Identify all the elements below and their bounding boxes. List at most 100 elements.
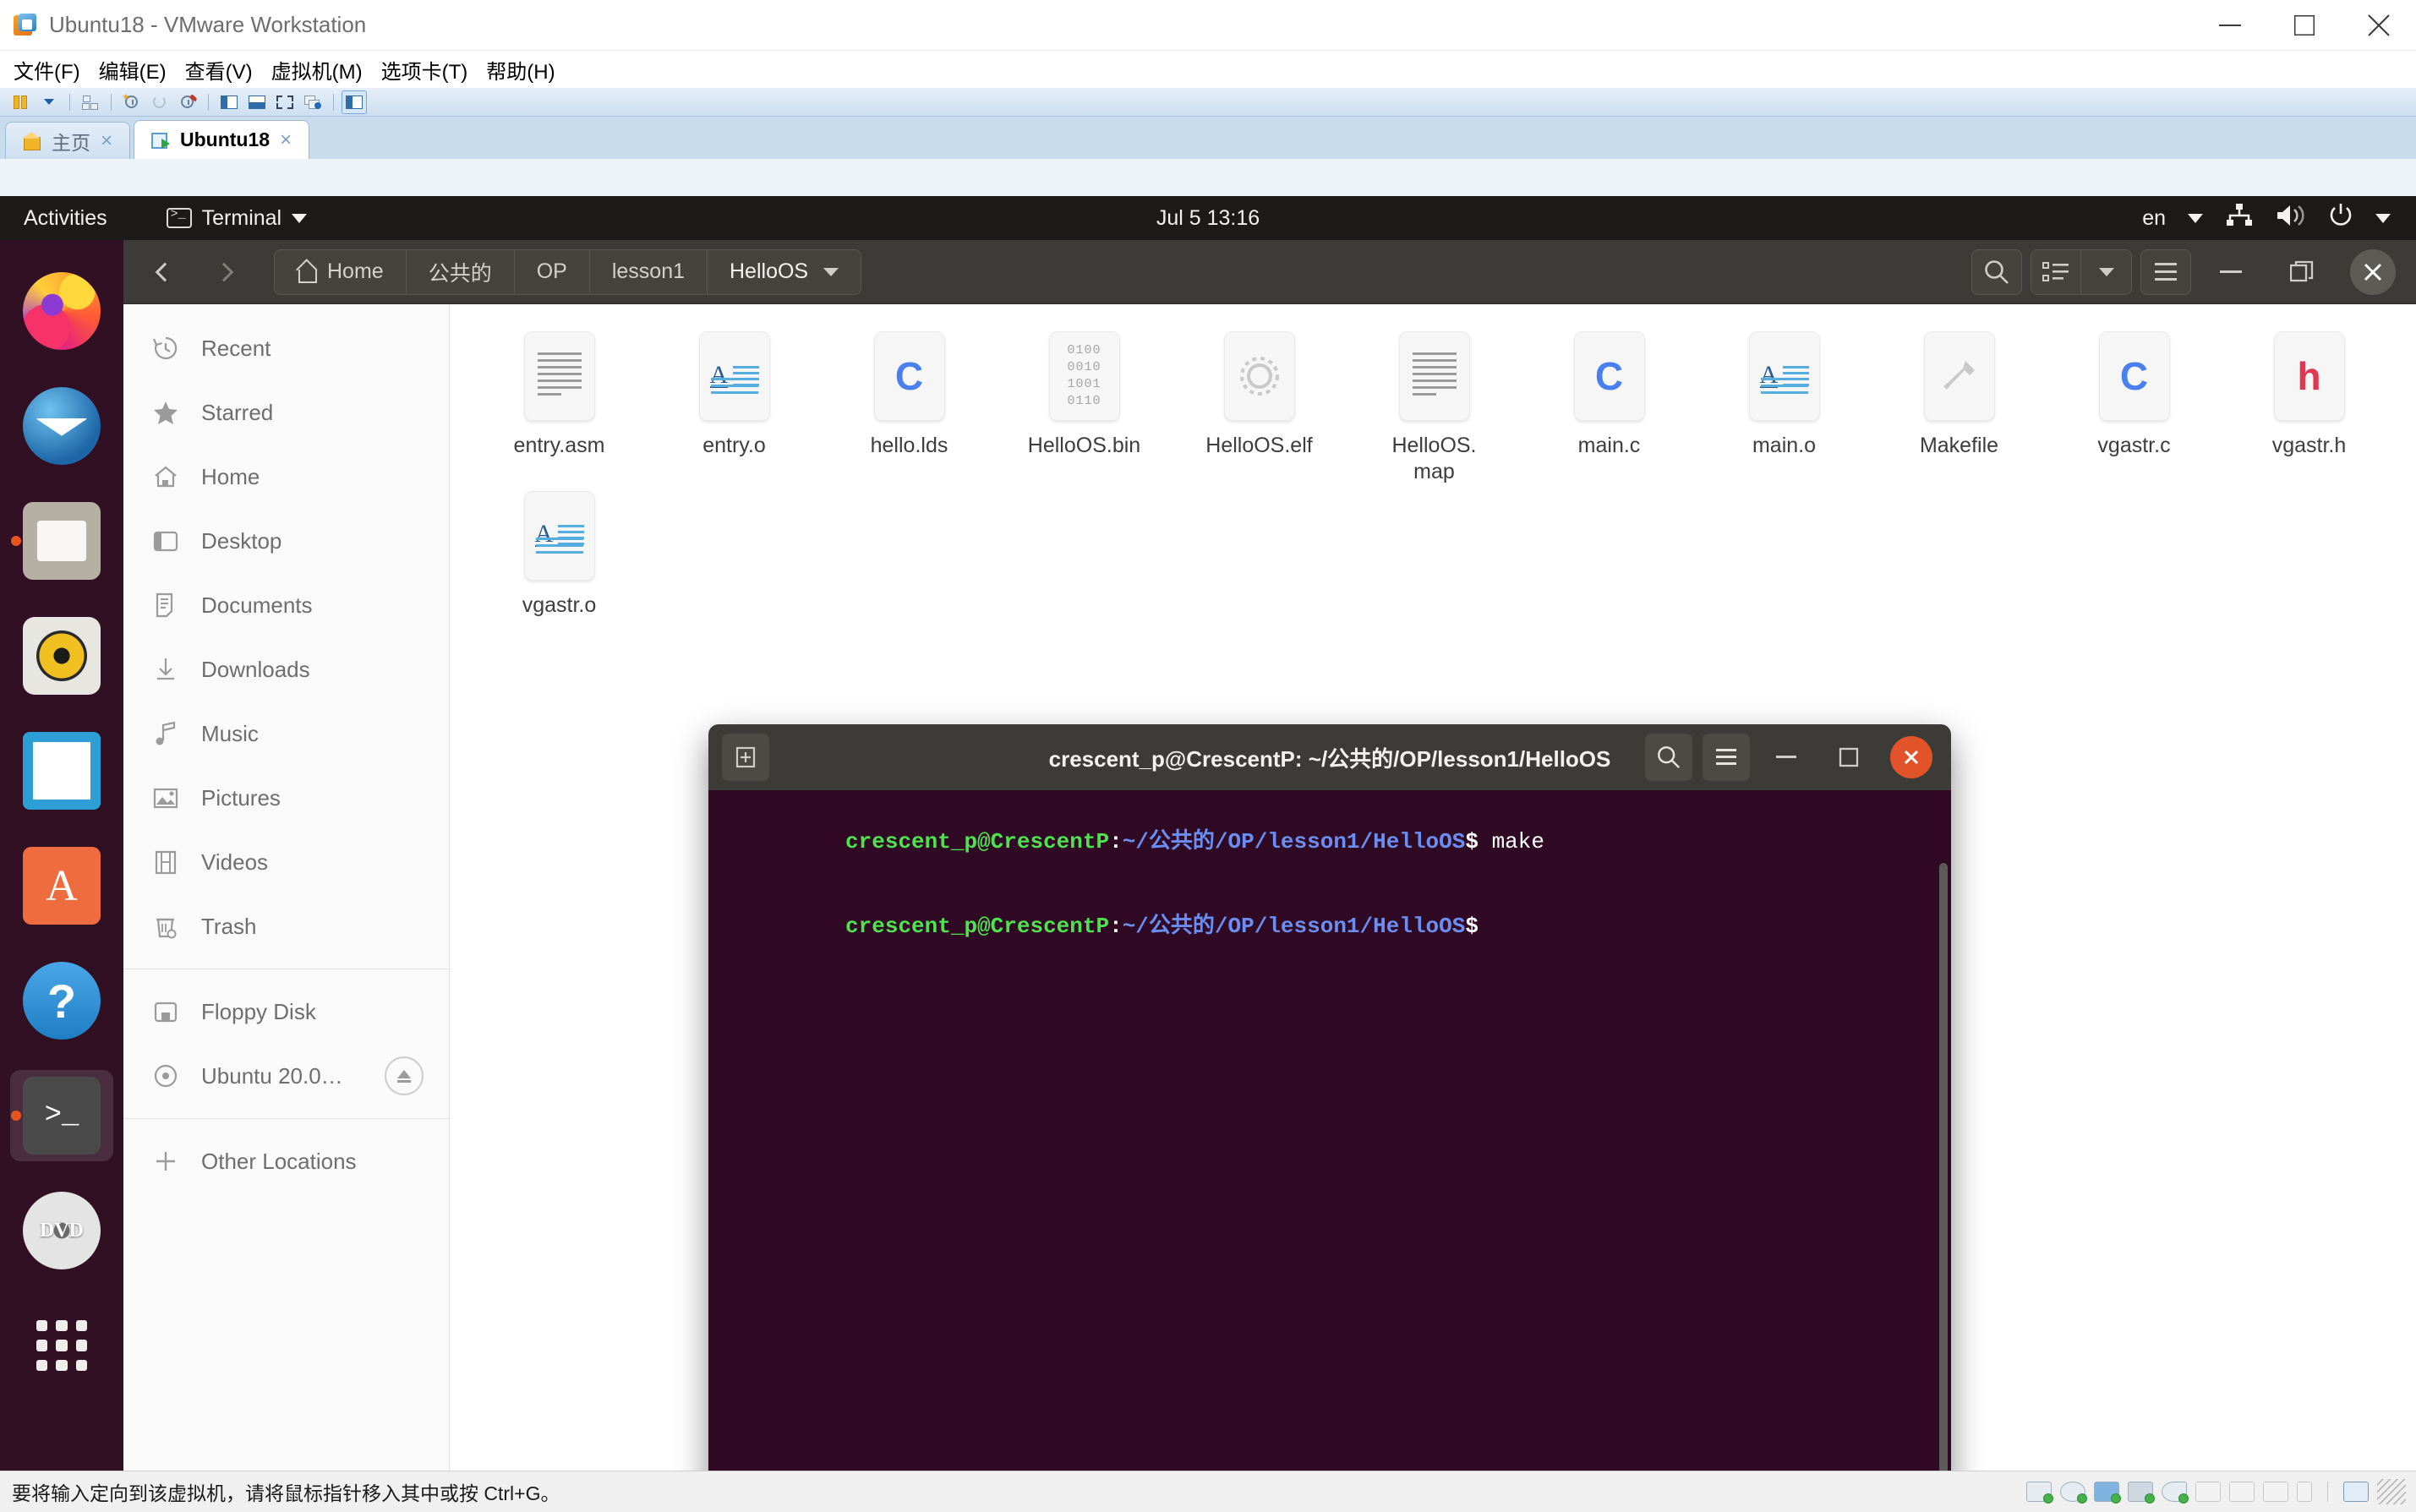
file-item-helloos-map[interactable]: HelloOS. map (1347, 326, 1522, 486)
close-button[interactable] (1890, 736, 1932, 778)
search-button[interactable] (1971, 248, 2022, 295)
breadcrumb-lesson1[interactable]: lesson1 (590, 249, 708, 294)
sidebar-item-recent[interactable]: Recent (123, 316, 449, 380)
app-menu-button[interactable]: Terminal (166, 206, 308, 231)
menu-vm[interactable]: 虚拟机(M) (271, 55, 363, 85)
minimize-button[interactable] (2200, 249, 2262, 295)
dock-item-libreoffice-writer[interactable] (0, 713, 123, 828)
maximize-button[interactable] (2267, 0, 2342, 51)
new-tab-button[interactable] (722, 734, 769, 781)
manage-snapshots-button[interactable] (175, 90, 200, 114)
take-snapshot-button[interactable] (119, 90, 145, 114)
dock-item-ubuntu-software[interactable]: A (0, 828, 123, 943)
show-library-button[interactable] (342, 90, 367, 114)
dock-item-rhythmbox[interactable] (0, 598, 123, 713)
usb-controller-icon[interactable] (2297, 1482, 2312, 1502)
sidebar-item-ubuntu-disc[interactable]: Ubuntu 20.0… (123, 1044, 449, 1108)
file-item-main-c[interactable]: C main.c (1522, 326, 1697, 486)
dock-item-show-applications[interactable] (0, 1288, 123, 1403)
dock-item-terminal[interactable]: >_ (0, 1058, 123, 1173)
main-menu-button[interactable] (2140, 248, 2191, 295)
breadcrumb-public[interactable]: 公共的 (407, 249, 515, 294)
dock-item-files[interactable] (0, 483, 123, 598)
forward-button[interactable] (194, 249, 254, 295)
file-item-helloos-bin[interactable]: 0100 0010 1001 0110 HelloOS.bin (997, 326, 1172, 486)
display-icon[interactable] (2229, 1482, 2255, 1502)
close-button[interactable] (2342, 0, 2416, 51)
network-icon[interactable] (2225, 203, 2254, 234)
clock[interactable]: Jul 5 13:16 (1156, 206, 1260, 231)
eject-button[interactable] (385, 1056, 424, 1095)
full-screen-button[interactable] (272, 90, 298, 114)
file-item-entry-asm[interactable]: entry.asm (472, 326, 647, 486)
file-item-vgastr-o[interactable]: A vgastr.o (472, 486, 647, 619)
suspend-dropdown-button[interactable] (36, 90, 62, 114)
minimize-button[interactable] (1760, 734, 1812, 781)
tab-home[interactable]: 主页 × (5, 122, 131, 159)
menu-view[interactable]: 查看(V) (185, 55, 253, 85)
view-list-button[interactable] (2031, 248, 2081, 295)
usb-modem-icon[interactable] (2263, 1482, 2288, 1502)
menu-edit[interactable]: 编辑(E) (99, 55, 167, 85)
sidebar-item-starred[interactable]: Starred (123, 380, 449, 445)
close-button[interactable] (2350, 248, 2396, 295)
power-icon[interactable] (2328, 203, 2353, 234)
volume-icon[interactable] (2276, 203, 2306, 234)
file-item-hello-lds[interactable]: C hello.lds (822, 326, 997, 486)
printer-icon[interactable] (2128, 1482, 2155, 1504)
minimize-button[interactable] (2193, 0, 2267, 51)
activities-button[interactable]: Activities (24, 206, 107, 231)
sidebar-item-documents[interactable]: Documents (123, 573, 449, 637)
dock-item-help[interactable]: ? (0, 943, 123, 1058)
resize-grip[interactable] (2377, 1479, 2406, 1504)
file-item-vgastr-c[interactable]: C vgastr.c (2047, 326, 2222, 486)
cd-dvd-icon[interactable] (2060, 1482, 2087, 1504)
sound-card-icon[interactable] (2162, 1482, 2189, 1504)
dock-item-thunderbird[interactable] (0, 368, 123, 483)
tab-ubuntu18[interactable]: Ubuntu18 × (134, 120, 310, 159)
menu-file[interactable]: 文件(F) (14, 55, 80, 85)
sidebar-item-home[interactable]: Home (123, 445, 449, 509)
terminal-scrollbar[interactable] (1939, 863, 1948, 1471)
breadcrumb-op[interactable]: OP (515, 249, 590, 294)
menu-help[interactable]: 帮助(H) (486, 55, 555, 85)
maximize-button[interactable] (2271, 249, 2333, 295)
sidebar-item-music[interactable]: Music (123, 701, 449, 766)
sidebar-item-other-locations[interactable]: Other Locations (123, 1129, 449, 1193)
sidebar-item-pictures[interactable]: Pictures (123, 766, 449, 830)
snapshot-manager-button[interactable] (78, 90, 103, 114)
message-log-icon[interactable] (2343, 1482, 2369, 1502)
tab-close-button[interactable]: × (280, 128, 292, 152)
keyboard-layout-label[interactable]: en (2142, 206, 2166, 231)
hard-disk-icon[interactable] (2026, 1482, 2053, 1504)
search-button[interactable] (1645, 734, 1692, 781)
sidebar-item-floppy-disk[interactable]: Floppy Disk (123, 980, 449, 1044)
breadcrumb-helloos[interactable]: HelloOS (708, 250, 861, 294)
breadcrumb-home[interactable]: Home (275, 249, 407, 294)
file-item-helloos-elf[interactable]: HelloOS.elf (1172, 326, 1347, 486)
file-item-main-o[interactable]: A main.o (1697, 326, 1872, 486)
file-item-entry-o[interactable]: A entry.o (647, 326, 822, 486)
terminal-screen[interactable]: crescent_p@CrescentP:~/公共的/OP/lesson1/He… (708, 790, 1951, 1471)
revert-snapshot-button[interactable] (147, 90, 172, 114)
sidebar-item-desktop[interactable]: Desktop (123, 509, 449, 573)
show-console-button[interactable] (244, 90, 270, 114)
system-menu-chevron-icon[interactable] (2375, 213, 2391, 223)
suspend-button[interactable] (8, 90, 34, 114)
sidebar-item-downloads[interactable]: Downloads (123, 637, 449, 701)
maximize-button[interactable] (1823, 734, 1875, 781)
menu-button[interactable] (1703, 734, 1750, 781)
network-adapter-icon[interactable] (2094, 1482, 2121, 1504)
dock-item-firefox[interactable] (0, 254, 123, 368)
tab-close-button[interactable]: × (101, 129, 112, 153)
file-item-makefile[interactable]: Makefile (1872, 326, 2047, 486)
back-button[interactable] (135, 249, 194, 295)
show-sidebar-button[interactable] (216, 90, 242, 114)
camera-icon[interactable] (2195, 1482, 2221, 1502)
view-options-button[interactable] (2081, 248, 2132, 295)
dock-item-ubuntu-dvd[interactable]: DVD (0, 1173, 123, 1288)
unity-mode-button[interactable] (300, 90, 325, 114)
chevron-down-icon[interactable] (2188, 213, 2203, 223)
file-item-vgastr-h[interactable]: h vgastr.h (2222, 326, 2397, 486)
menu-tabs[interactable]: 选项卡(T) (381, 55, 468, 85)
